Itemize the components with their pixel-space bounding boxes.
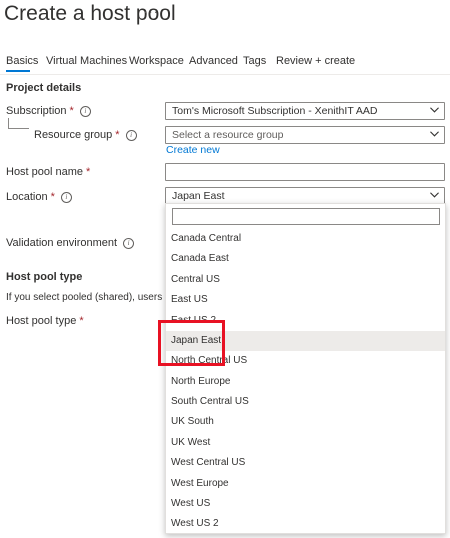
option-central-us[interactable]: Central US: [166, 270, 445, 290]
required-marker: *: [50, 191, 55, 203]
tab-basics[interactable]: Basics: [6, 55, 38, 67]
option-canada-east[interactable]: Canada East: [166, 249, 445, 269]
option-canada-central[interactable]: Canada Central: [166, 229, 445, 249]
info-icon[interactable]: i: [79, 106, 91, 117]
chevron-down-icon: [430, 107, 439, 113]
tab-virtual-machines[interactable]: Virtual Machines: [46, 55, 127, 67]
host-pool-name-input[interactable]: [165, 163, 445, 181]
option-south-central-us[interactable]: South Central US: [166, 392, 445, 412]
location-value: Japan East: [172, 190, 225, 202]
option-north-europe[interactable]: North Europe: [166, 372, 445, 392]
info-icon[interactable]: i: [125, 130, 137, 141]
tree-connector: [8, 118, 29, 129]
subscription-value: Tom's Microsoft Subscription - XenithIT …: [172, 105, 378, 117]
tab-tags[interactable]: Tags: [243, 55, 266, 67]
location-search-input[interactable]: [172, 208, 440, 225]
tab-bar: Basics Virtual Machines Workspace Advanc…: [0, 55, 450, 75]
highlight-box: [158, 320, 225, 366]
required-marker: *: [79, 315, 84, 327]
option-west-us[interactable]: West US: [166, 494, 445, 514]
tabs-divider: [0, 74, 450, 75]
more-options-button[interactable]: ···: [143, 4, 159, 19]
validation-environment-label: Validation environment i: [6, 237, 135, 249]
project-details-heading: Project details: [6, 82, 82, 94]
host-pool-type-description: If you select pooled (shared), users wil…: [6, 292, 166, 303]
required-marker: *: [86, 166, 91, 178]
subscription-label: Subscription * i: [6, 105, 91, 117]
tab-workspace[interactable]: Workspace: [129, 55, 184, 67]
info-icon[interactable]: i: [123, 238, 135, 249]
create-new-link[interactable]: Create new: [166, 144, 220, 156]
host-pool-type-label: Host pool type *: [6, 315, 84, 327]
option-west-us-2[interactable]: West US 2: [166, 514, 445, 534]
chevron-down-icon: [430, 131, 439, 137]
option-east-us[interactable]: East US: [166, 290, 445, 310]
tab-advanced[interactable]: Advanced: [189, 55, 238, 67]
info-icon[interactable]: i: [60, 192, 72, 203]
subscription-select[interactable]: Tom's Microsoft Subscription - XenithIT …: [165, 102, 445, 120]
required-marker: *: [115, 129, 120, 141]
location-dropdown-list[interactable]: Canada Central Canada East Central US Ea…: [165, 203, 446, 534]
chevron-down-icon: [430, 192, 439, 198]
host-pool-type-heading: Host pool type: [6, 271, 83, 283]
option-uk-south[interactable]: UK South: [166, 412, 445, 432]
tab-review-create[interactable]: Review + create: [276, 55, 355, 67]
location-label: Location * i: [6, 191, 72, 203]
option-uk-west[interactable]: UK West: [166, 433, 445, 453]
resource-group-placeholder: Select a resource group: [172, 129, 284, 141]
option-west-central-us[interactable]: West Central US: [166, 453, 445, 473]
option-west-europe[interactable]: West Europe: [166, 474, 445, 494]
resource-group-label: Resource group * i: [34, 129, 137, 141]
host-pool-name-label: Host pool name *: [6, 166, 91, 178]
resource-group-select[interactable]: Select a resource group: [165, 126, 445, 144]
required-marker: *: [69, 105, 74, 117]
active-tab-indicator: [6, 70, 30, 72]
